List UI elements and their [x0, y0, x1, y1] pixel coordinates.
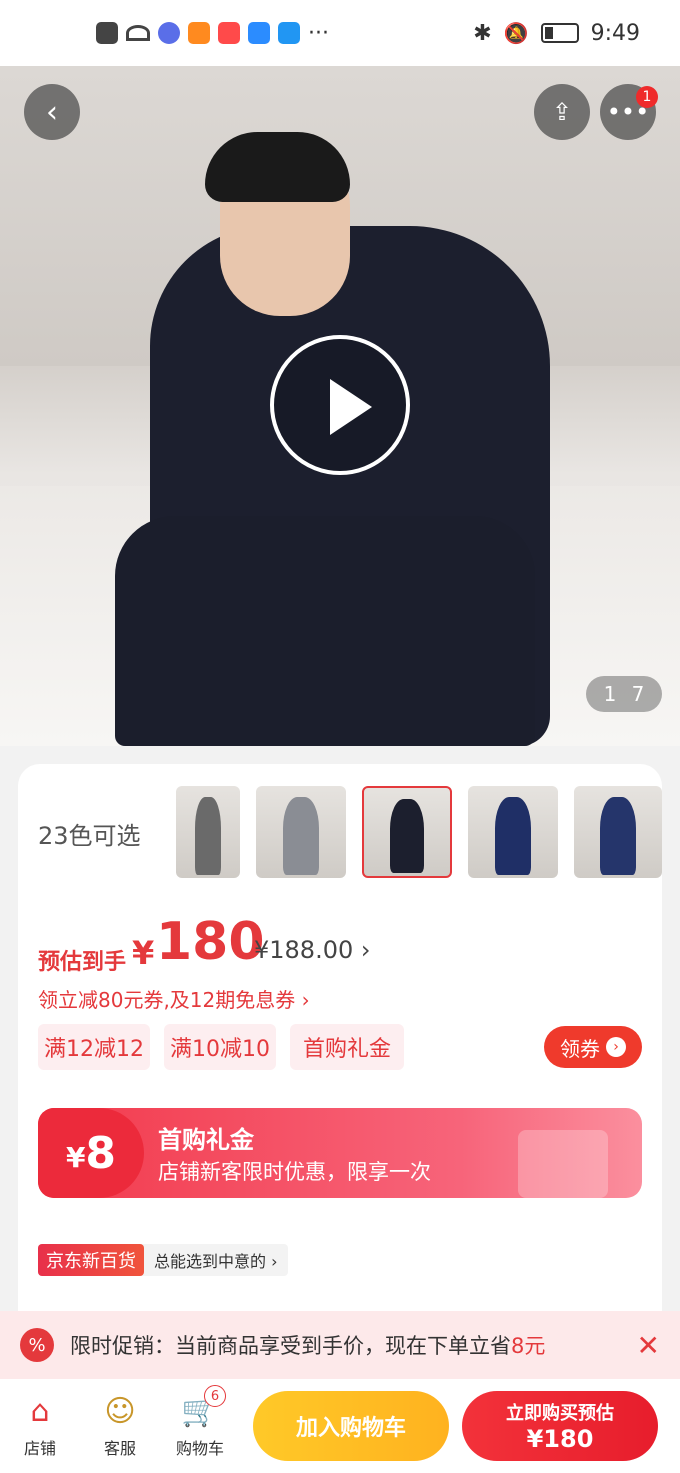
status-right: ✱ 🔕 9:49: [473, 21, 640, 46]
buy-now-button[interactable]: 立即购买预估 ¥180: [462, 1391, 658, 1461]
promo-tag-1[interactable]: 满12减12: [38, 1024, 150, 1070]
nav-service[interactable]: ☺ 客服: [90, 1391, 150, 1459]
close-icon[interactable]: ✕: [637, 1329, 660, 1362]
thumb-model: [389, 798, 425, 874]
store-brand: 京东新百货: [38, 1244, 144, 1276]
pager-total: 7: [631, 682, 645, 706]
weather-icon: [248, 22, 270, 44]
nav-store[interactable]: ⌂ 店铺: [10, 1391, 70, 1459]
product-page: ··· ✱ 🔕 9:49 ‹ ⇪ ••• 1 1 7 23色可选 预估到手 ¥ …: [0, 0, 680, 1473]
store-icon: ⌂: [30, 1393, 50, 1429]
customer-service-icon: ☺: [104, 1393, 136, 1429]
music-icon: [158, 22, 180, 44]
thumb-model: [283, 797, 319, 876]
chevron-right-icon: ›: [360, 936, 371, 964]
first-purchase-gift-banner[interactable]: ¥ 8 首购礼金 店铺新客限时优惠，限享一次: [38, 1108, 642, 1198]
color-thumb-5[interactable]: [574, 786, 662, 878]
image-pager: 1 7: [586, 676, 662, 712]
bottom-action-bar: ⌂ 店铺 ☺ 客服 🛒 6 购物车 加入购物车 立即购买预估 ¥180: [0, 1379, 680, 1473]
play-video-button[interactable]: [270, 335, 410, 475]
thumb-model: [600, 797, 636, 876]
pager-current: 1: [603, 682, 617, 706]
estimated-price: 180: [156, 912, 265, 972]
gift-title: 首购礼金: [158, 1126, 254, 1154]
hero-model-hair: [205, 132, 350, 202]
original-price[interactable]: ¥188.00 ›: [254, 936, 371, 964]
buy-now-label: 立即购买预估: [506, 1403, 614, 1424]
promo-tag-3[interactable]: 首购礼金: [290, 1024, 404, 1070]
nav-service-label: 客服: [103, 1439, 136, 1458]
get-coupon-button[interactable]: 领券 ›: [544, 1026, 642, 1068]
back-button[interactable]: ‹: [24, 84, 80, 140]
cart-count-badge: 6: [204, 1385, 226, 1407]
thumb-model: [195, 797, 221, 876]
color-thumb-1[interactable]: [176, 786, 240, 878]
shopping-app-icon: [218, 22, 240, 44]
nav-cart-label: 购物车: [175, 1439, 224, 1458]
battery-icon: [540, 23, 579, 43]
gift-subtitle: 店铺新客限时优惠，限享一次: [158, 1160, 431, 1184]
original-price-value: ¥188.00: [254, 936, 354, 964]
more-badge: 1: [636, 86, 658, 108]
status-left: ···: [96, 21, 329, 46]
bluetooth-icon: ✱: [473, 20, 492, 46]
nav-store-label: 店铺: [23, 1439, 56, 1458]
gift-amount: ¥ 8: [38, 1108, 144, 1198]
chevron-left-icon: ‹: [46, 94, 58, 130]
estimate-label: 预估到手: [38, 950, 127, 975]
discount-icon: %: [20, 1328, 54, 1362]
store-slogan: 总能选到中意的 ›: [154, 1252, 278, 1271]
thumb-model: [495, 797, 531, 876]
chevron-right-icon: ›: [606, 1037, 626, 1057]
store-tag[interactable]: 京东新百货 总能选到中意的 ›: [38, 1244, 288, 1276]
coupon-summary-link[interactable]: 领立减80元券,及12期免息券 ›: [38, 984, 310, 1013]
gift-value: 8: [85, 1127, 117, 1179]
share-icon: ⇪: [551, 98, 573, 126]
gift-box-icon: [518, 1130, 608, 1198]
flash-sale-text: 限时促销：当前商品享受到手价，现在下单立省: [70, 1334, 511, 1358]
nav-cart[interactable]: 🛒 6 购物车: [170, 1385, 230, 1459]
more-notifications-icon: ···: [308, 20, 329, 46]
color-thumb-2[interactable]: [256, 786, 346, 878]
share-button[interactable]: ⇪: [534, 84, 590, 140]
add-to-cart-button[interactable]: 加入购物车: [253, 1391, 449, 1461]
color-thumb-3-selected[interactable]: [362, 786, 452, 878]
flash-sale-amount: 8元: [511, 1334, 546, 1358]
alert-icon: [96, 22, 118, 44]
gift-currency: ¥: [65, 1140, 86, 1174]
buy-now-price: ¥180: [526, 1425, 594, 1453]
color-count-label[interactable]: 23色可选: [38, 816, 141, 851]
search-app-icon: [278, 22, 300, 44]
promo-tag-2[interactable]: 满10减10: [164, 1024, 276, 1070]
flash-sale-bar[interactable]: % 限时促销：当前商品享受到手价，现在下单立省 8元 ✕: [0, 1311, 680, 1379]
price-currency: ¥: [132, 934, 155, 972]
hero-model-legs: [115, 516, 535, 746]
color-thumb-4[interactable]: [468, 786, 558, 878]
mute-icon: 🔕: [503, 21, 529, 45]
get-coupon-label: 领券: [560, 1036, 600, 1061]
status-time: 9:49: [590, 20, 640, 46]
status-bar: ··· ✱ 🔕 9:49: [0, 0, 680, 66]
wifi-icon: [126, 25, 150, 41]
video-app-icon: [188, 22, 210, 44]
